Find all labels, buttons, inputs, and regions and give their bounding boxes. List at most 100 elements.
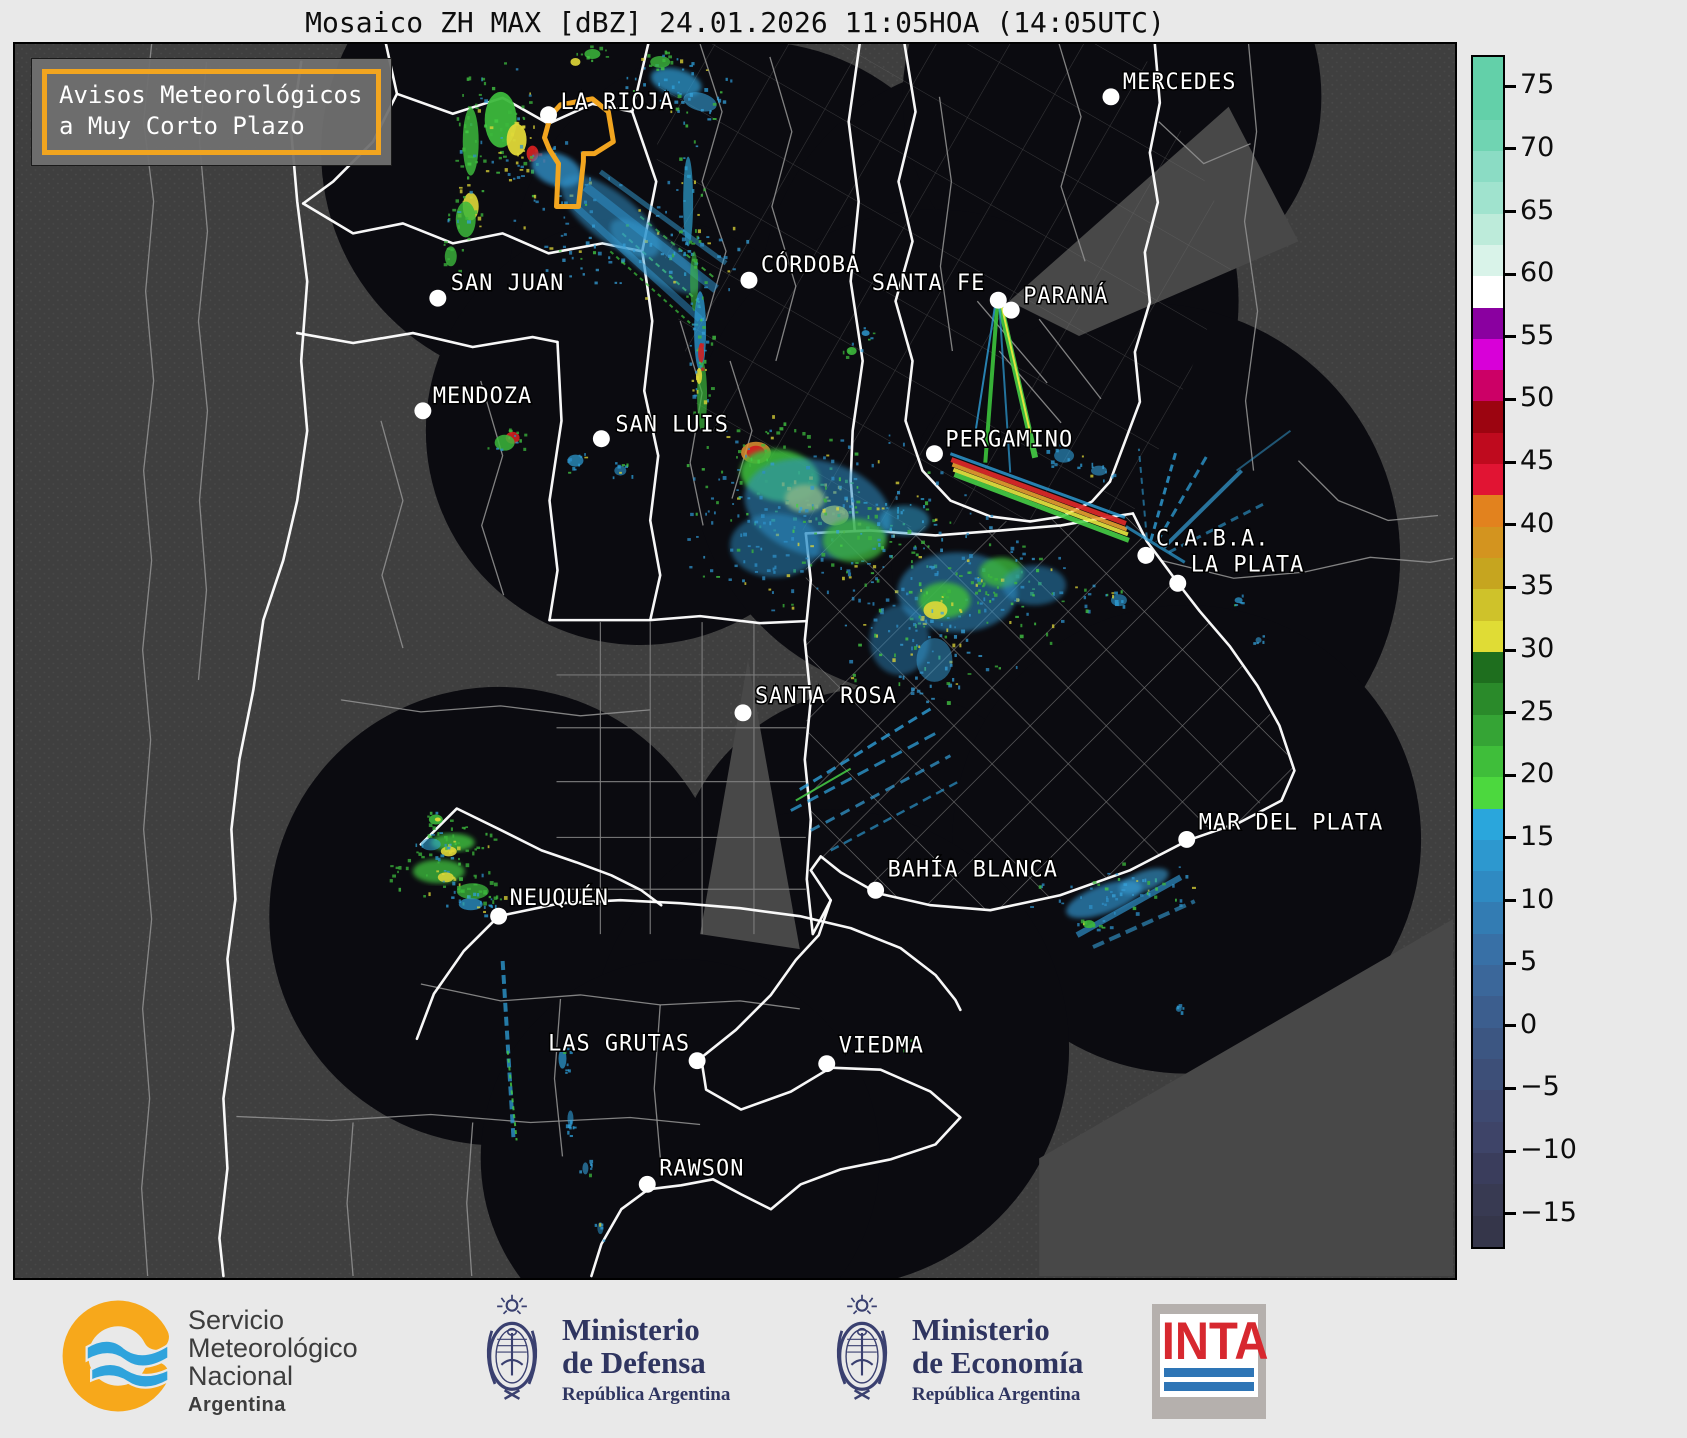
colorbar-segment: [1473, 652, 1503, 683]
defensa-line1: Ministerio: [562, 1314, 730, 1347]
colorbar-tick-label: 5: [1520, 946, 1640, 980]
economia-line3: República Argentina: [912, 1384, 1083, 1406]
colorbar-segment: [1473, 245, 1503, 276]
city-label: NEUQUÉN: [510, 885, 609, 911]
colorbar-tick-label: −5: [1520, 1071, 1640, 1105]
city-label: LA RIOJA: [560, 90, 674, 115]
city-dot: [1102, 88, 1119, 105]
colorbar-segment: [1473, 871, 1503, 902]
colorbar-segment: [1473, 1216, 1503, 1247]
colorbar-tick: [1505, 273, 1516, 276]
city-label: LA PLATA: [1191, 552, 1305, 577]
economia-line1: Ministerio: [912, 1314, 1083, 1347]
colorbar-segment: [1473, 433, 1503, 464]
city-dot: [735, 704, 752, 721]
city-label: C.A.B.A.: [1156, 526, 1270, 551]
colorbar-tick: [1505, 461, 1516, 464]
city-dot: [639, 1176, 656, 1193]
colorbar-segment: [1473, 1090, 1503, 1121]
colorbar-segment: [1473, 934, 1503, 965]
colorbar-segment: [1473, 214, 1503, 245]
colorbar-tick-label: 50: [1520, 382, 1640, 416]
city-dot: [740, 272, 757, 289]
colorbar-tick-label: 60: [1520, 257, 1640, 291]
smn-name-line3: Nacional: [188, 1362, 358, 1390]
colorbar-tick-label: 0: [1520, 1009, 1640, 1043]
colorbar-segment: [1473, 276, 1503, 307]
colorbar-segment: [1473, 902, 1503, 933]
colorbar-segment: [1473, 683, 1503, 714]
colorbar-segment: [1473, 495, 1503, 526]
colorbar-segment: [1473, 777, 1503, 808]
economia-line2: de Economía: [912, 1347, 1083, 1380]
colorbar-tick-label: 30: [1520, 633, 1640, 667]
colorbar-tick-label: 55: [1520, 320, 1640, 354]
ministerio-economia-logo: Ministerio de Economía República Argenti…: [828, 1292, 1083, 1410]
coat-of-arms-icon: [828, 1292, 896, 1410]
defensa-line2: de Defensa: [562, 1347, 730, 1380]
colorbar-tick: [1505, 147, 1516, 150]
city-dot: [490, 908, 507, 925]
colorbar-segment: [1473, 88, 1503, 119]
colorbar-segment: [1473, 182, 1503, 213]
colorbar-segment: [1473, 746, 1503, 777]
colorbar-tick-label: 40: [1520, 508, 1640, 542]
city-dot: [1169, 575, 1186, 592]
colorbar-tick: [1505, 586, 1516, 589]
city-label: SAN LUIS: [615, 413, 729, 438]
radar-map-canvas: MERCEDESLA RIOJASAN JUANCÓRDOBASANTA FEP…: [15, 44, 1455, 1278]
inta-frame: INTA: [1152, 1304, 1266, 1419]
colorbar-tick-label: 70: [1520, 132, 1640, 166]
colorbar-segment: [1473, 57, 1503, 88]
city-dot: [818, 1055, 835, 1072]
colorbar-tick: [1505, 1087, 1516, 1090]
colorbar-segment: [1473, 558, 1503, 589]
radar-mosaic-screen: Mosaico ZH MAX [dBZ] 24.01.2026 11:05HOA…: [0, 0, 1687, 1438]
colorbar-segment: [1473, 1059, 1503, 1090]
colorbar-segment: [1473, 120, 1503, 151]
colorbar-segment: [1473, 308, 1503, 339]
colorbar-tick: [1505, 899, 1516, 902]
colorbar-tick-label: 45: [1520, 445, 1640, 479]
inta-wordmark: INTA: [1162, 1314, 1257, 1367]
colorbar-segment: [1473, 809, 1503, 840]
city-dot: [867, 882, 884, 899]
coat-of-arms-icon: [478, 1292, 546, 1410]
colorbar-tick: [1505, 523, 1516, 526]
colorbar-segment: [1473, 1184, 1503, 1215]
colorbar-tick: [1505, 836, 1516, 839]
colorbar-segment: [1473, 339, 1503, 370]
footer-logos: Servicio Meteorológico Nacional Argentin…: [0, 1280, 1687, 1438]
smn-logo: Servicio Meteorológico Nacional Argentin…: [62, 1298, 358, 1417]
colorbar-segment: [1473, 621, 1503, 652]
city-dot: [593, 430, 610, 447]
city-label: SAN JUAN: [451, 271, 565, 296]
colorbar-tick: [1505, 774, 1516, 777]
colorbar-tick: [1505, 85, 1516, 88]
colorbar-segment: [1473, 996, 1503, 1027]
colorbar-tick-label: −10: [1520, 1134, 1640, 1168]
warning-legend-line1: Avisos Meteorológicos: [59, 80, 362, 111]
defensa-line3: República Argentina: [562, 1384, 730, 1406]
smn-country: Argentina: [188, 1394, 358, 1417]
colorbar-tick: [1505, 1150, 1516, 1153]
city-dot: [689, 1052, 706, 1069]
colorbar-segment: [1473, 151, 1503, 182]
colorbar-tick: [1505, 711, 1516, 714]
colorbar-tick: [1505, 962, 1516, 965]
city-label: RAWSON: [659, 1156, 744, 1181]
colorbar-segment: [1473, 589, 1503, 620]
colorbar-segment: [1473, 1122, 1503, 1153]
colorbar-tick-label: 75: [1520, 69, 1640, 103]
page-title: Mosaico ZH MAX [dBZ] 24.01.2026 11:05HOA…: [0, 6, 1470, 39]
colorbar-tick-label: 20: [1520, 758, 1640, 792]
colorbar-segment: [1473, 401, 1503, 432]
city-label: BAHÍA BLANCA: [888, 856, 1058, 882]
city-label: MAR DEL PLATA: [1199, 810, 1384, 835]
colorbar-tick-label: 25: [1520, 696, 1640, 730]
colorbar-segment: [1473, 1153, 1503, 1184]
colorbar-segment: [1473, 370, 1503, 401]
city-label: PERGAMINO: [945, 428, 1073, 453]
city-label: VIEDMA: [839, 1034, 924, 1059]
colorbar-tick: [1505, 1212, 1516, 1215]
